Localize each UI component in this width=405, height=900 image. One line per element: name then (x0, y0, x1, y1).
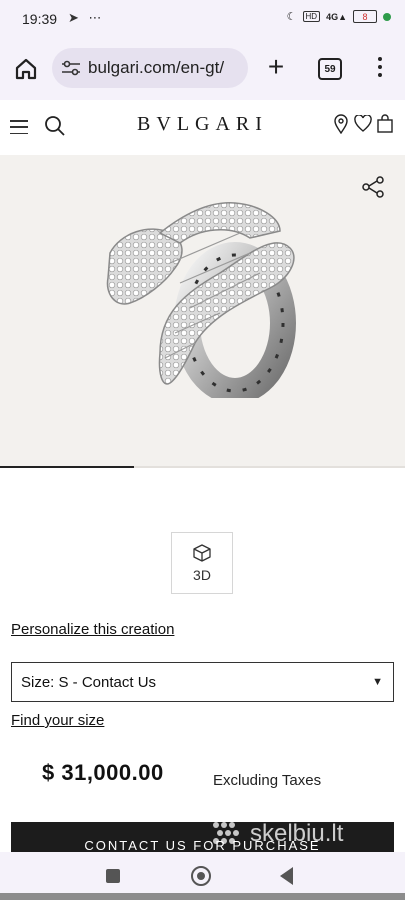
home-icon[interactable] (12, 55, 40, 83)
watermark-dots-logo (213, 822, 239, 844)
watermark-text: skelbiu.lt (250, 820, 344, 847)
recents-square-icon[interactable] (106, 869, 120, 883)
back-triangle-icon[interactable] (280, 867, 293, 885)
price-tax-note: Excluding Taxes (213, 772, 322, 789)
wishlist-heart-icon[interactable] (354, 115, 372, 132)
size-select[interactable]: Size: S - Contact Us ▼ (11, 662, 394, 702)
product-price: $ 31,000.00 (42, 760, 164, 785)
telegram-icon: ➤ (68, 10, 79, 25)
overflow-menu-icon[interactable] (372, 52, 388, 82)
home-circle-icon[interactable] (191, 866, 211, 886)
site-settings-icon[interactable] (62, 60, 80, 76)
gesture-bar (0, 893, 405, 900)
4g-signal-icon: 4G▲ (326, 11, 347, 22)
shopping-bag-icon[interactable] (376, 114, 394, 133)
battery-icon: 8 (353, 10, 377, 23)
status-right-icons: ☾ HD 4G▲ 8 (287, 10, 391, 23)
product-image-gallery[interactable] (0, 155, 405, 467)
product-image (106, 202, 296, 398)
cube-3d-icon (193, 544, 211, 562)
share-icon[interactable] (361, 176, 385, 198)
chevron-down-icon: ▼ (372, 676, 383, 688)
charging-dot-icon (383, 12, 391, 21)
new-tab-plus-icon[interactable]: + (262, 53, 290, 82)
tab-switcher-icon[interactable]: 59 (318, 58, 342, 80)
site-header: BVLGARI (0, 100, 405, 156)
status-bar: 19:39 ➤ ⋯ ☾ HD 4G▲ 8 (0, 0, 405, 38)
url-text: bulgari.com/en-gt/ (88, 58, 225, 77)
status-left-icons: ➤ ⋯ (68, 10, 102, 26)
volte-icon: HD (302, 11, 321, 22)
view-3d-label: 3D (193, 567, 211, 583)
size-select-value: Size: S - Contact Us (21, 673, 157, 691)
moon-icon: ☾ (286, 11, 297, 23)
store-locator-icon[interactable] (333, 114, 349, 134)
address-bar[interactable]: bulgari.com/en-gt/ (52, 48, 248, 88)
find-size-link[interactable]: Find your size (11, 712, 104, 729)
more-dots-icon: ⋯ (88, 10, 102, 25)
watermark: skelbiu.lt (212, 820, 343, 848)
personalize-link[interactable]: Personalize this creation (11, 621, 174, 638)
status-time: 19:39 (22, 11, 58, 27)
view-3d-button[interactable]: 3D (171, 532, 233, 594)
browser-toolbar: bulgari.com/en-gt/ + 59 (0, 38, 405, 100)
gallery-progress-fill (0, 466, 134, 468)
